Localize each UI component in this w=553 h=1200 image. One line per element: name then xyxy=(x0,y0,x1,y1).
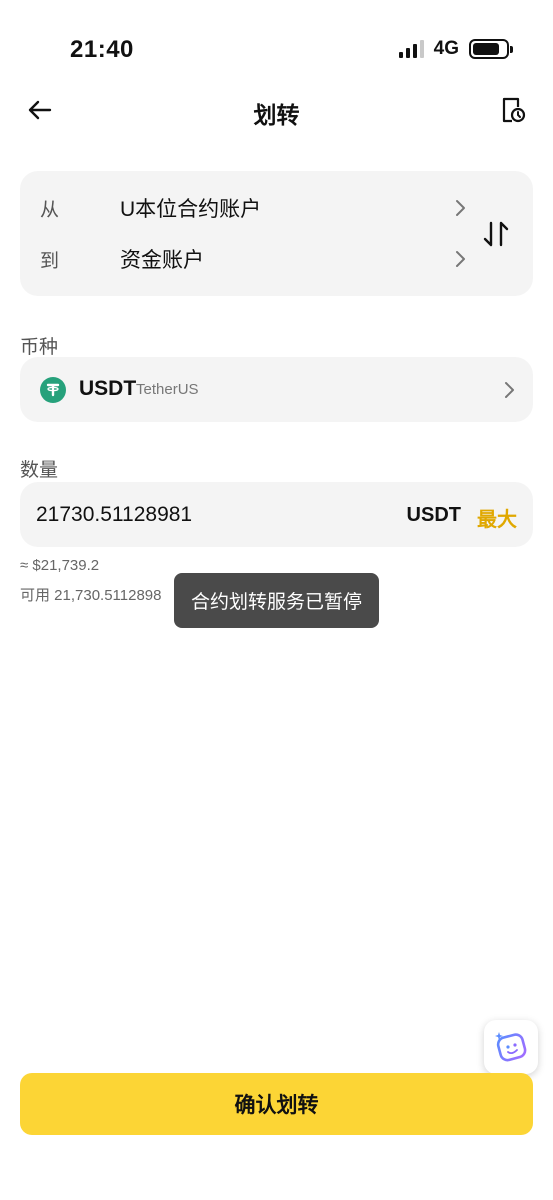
tether-icon xyxy=(40,377,66,403)
to-account-selector[interactable]: 到 资金账户 xyxy=(40,244,470,274)
from-account-selector[interactable]: 从 U本位合约账户 xyxy=(40,193,470,223)
coin-symbol: USDT xyxy=(79,377,137,400)
confirm-transfer-button[interactable]: 确认划转 xyxy=(20,1073,533,1135)
amount-input[interactable] xyxy=(36,499,336,531)
page-title: 划转 xyxy=(253,102,300,128)
chevron-right-icon xyxy=(456,251,465,267)
transfer-screen: 21:40 4G 划转 从 U本位合约账户 到 资金账户 币种 USDT Tet… xyxy=(0,0,553,1200)
swap-direction-icon[interactable] xyxy=(481,219,511,249)
available-balance: 可用 21,730.5112898 xyxy=(20,587,162,604)
status-indicators: 4G xyxy=(398,38,513,60)
coin-selector[interactable]: USDT TetherUS xyxy=(20,357,533,422)
to-label: 到 xyxy=(40,250,60,272)
fiat-estimate: ≈ $21,739.2 xyxy=(20,557,100,574)
signal-icon xyxy=(398,40,424,58)
amount-unit: USDT xyxy=(406,504,461,526)
max-button[interactable]: 最大 xyxy=(477,503,517,532)
toast-message: 合约划转服务已暂停 xyxy=(174,573,379,628)
amount-card: USDT 最大 xyxy=(20,482,533,547)
amount-section-label: 数量 xyxy=(20,460,59,481)
from-label: 从 xyxy=(40,199,60,221)
history-button[interactable] xyxy=(497,94,529,126)
assistant-face-icon xyxy=(495,1032,527,1062)
network-type: 4G xyxy=(433,38,459,59)
chevron-right-icon xyxy=(456,200,465,216)
coin-name: TetherUS xyxy=(136,381,199,398)
coin-section-label: 币种 xyxy=(20,337,59,358)
battery-icon xyxy=(469,39,513,59)
to-account-value: 资金账户 xyxy=(120,249,204,272)
transfer-direction-card: 从 U本位合约账户 到 资金账户 xyxy=(20,171,533,296)
ai-assistant-button[interactable] xyxy=(484,1020,538,1074)
status-time: 21:40 xyxy=(70,36,134,63)
from-account-value: U本位合约账户 xyxy=(120,198,262,221)
chevron-right-icon xyxy=(505,382,514,398)
history-record-icon xyxy=(502,97,526,123)
